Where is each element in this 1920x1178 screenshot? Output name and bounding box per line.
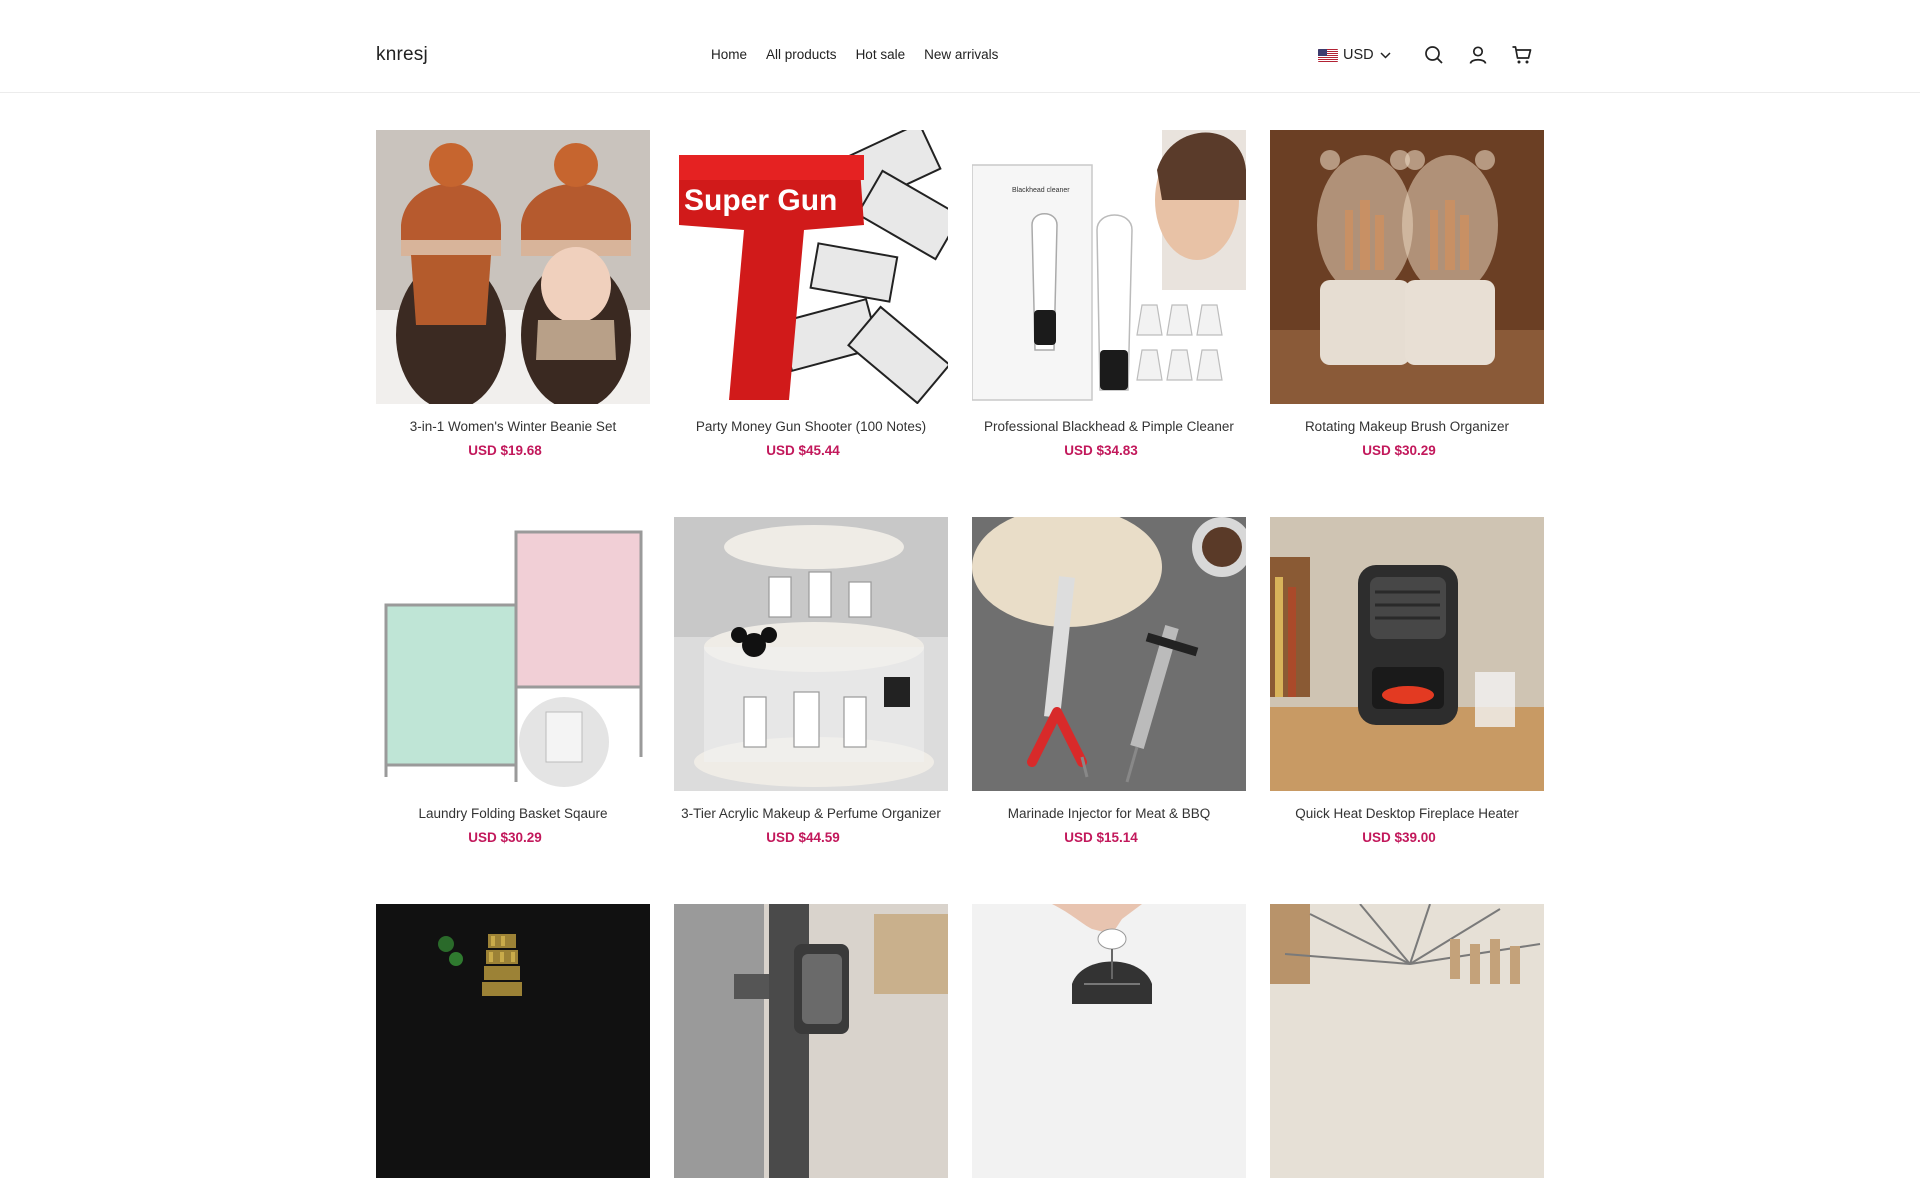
product-image[interactable] [1270, 130, 1544, 404]
chevron-down-icon [1380, 47, 1391, 63]
product-price: USD $34.83 [1064, 443, 1138, 458]
product-image[interactable]: Super Gun [674, 130, 948, 404]
currency-label: USD [1343, 47, 1374, 63]
product-name[interactable]: Professional Blackhead & Pimple Cleaner [972, 417, 1246, 437]
product-image[interactable] [972, 904, 1246, 1178]
product-name[interactable]: 3-Tier Acrylic Makeup & Perfume Organize… [674, 804, 948, 824]
nav-home[interactable]: Home [711, 47, 747, 62]
product-card[interactable]: Blackhead cleaner Professional Blackhead… [972, 130, 1246, 458]
us-flag-icon [1318, 48, 1338, 62]
product-card[interactable]: Quick Heat Desktop Fireplace Heater USD … [1270, 517, 1544, 845]
product-name[interactable]: Marinade Injector for Meat & BBQ [972, 804, 1246, 824]
product-card[interactable] [1270, 904, 1544, 1178]
product-name[interactable]: 3-in-1 Women's Winter Beanie Set [376, 417, 650, 437]
product-name[interactable]: Rotating Makeup Brush Organizer [1270, 417, 1544, 437]
account-icon[interactable] [1467, 44, 1489, 66]
product-image[interactable] [674, 904, 948, 1178]
nav-new-arrivals[interactable]: New arrivals [924, 47, 998, 62]
product-card[interactable]: Marinade Injector for Meat & BBQ USD $15… [972, 517, 1246, 845]
nav-all-products[interactable]: All products [766, 47, 837, 62]
product-price: USD $19.68 [468, 443, 542, 458]
search-icon[interactable] [1423, 44, 1445, 66]
product-card[interactable] [972, 904, 1246, 1178]
nav-hot-sale[interactable]: Hot sale [856, 47, 906, 62]
product-card[interactable]: Rotating Makeup Brush Organizer USD $30.… [1270, 130, 1544, 458]
product-card[interactable]: 3-in-1 Women's Winter Beanie Set USD $19… [376, 130, 650, 458]
product-image[interactable] [376, 130, 650, 404]
blackhead-box-label: Blackhead cleaner [1012, 187, 1070, 194]
product-price: USD $30.29 [1362, 443, 1436, 458]
product-image[interactable] [1270, 904, 1544, 1178]
product-price: USD $45.44 [766, 443, 840, 458]
product-image[interactable]: Blackhead cleaner [972, 130, 1246, 404]
product-price: USD $39.00 [1362, 830, 1436, 845]
product-image[interactable] [1270, 517, 1544, 791]
product-card[interactable]: 3-Tier Acrylic Makeup & Perfume Organize… [674, 517, 948, 845]
product-name[interactable]: Quick Heat Desktop Fireplace Heater [1270, 804, 1544, 824]
currency-selector[interactable]: USD [1318, 47, 1391, 63]
site-logo[interactable]: knresj [376, 44, 428, 66]
product-card[interactable] [674, 904, 948, 1178]
product-image[interactable] [376, 904, 650, 1178]
main-nav: Home All products Hot sale New arrivals [711, 47, 1017, 62]
product-card[interactable]: Super Gun Party Money Gun Shooter (100 N… [674, 130, 948, 458]
product-name[interactable]: Laundry Folding Basket Sqaure [376, 804, 650, 824]
product-card[interactable] [376, 904, 650, 1178]
product-image[interactable] [972, 517, 1246, 791]
money-gun-label: Super Gun [684, 184, 837, 217]
product-price: USD $30.29 [468, 830, 542, 845]
product-image[interactable] [674, 517, 948, 791]
cart-icon[interactable] [1511, 44, 1533, 66]
product-name[interactable]: Party Money Gun Shooter (100 Notes) [674, 417, 948, 437]
site-header: knresj Home All products Hot sale New ar… [0, 0, 1920, 93]
product-price: USD $44.59 [766, 830, 840, 845]
product-card[interactable]: Laundry Folding Basket Sqaure USD $30.29 [376, 517, 650, 845]
product-image[interactable] [376, 517, 650, 791]
product-price: USD $15.14 [1064, 830, 1138, 845]
